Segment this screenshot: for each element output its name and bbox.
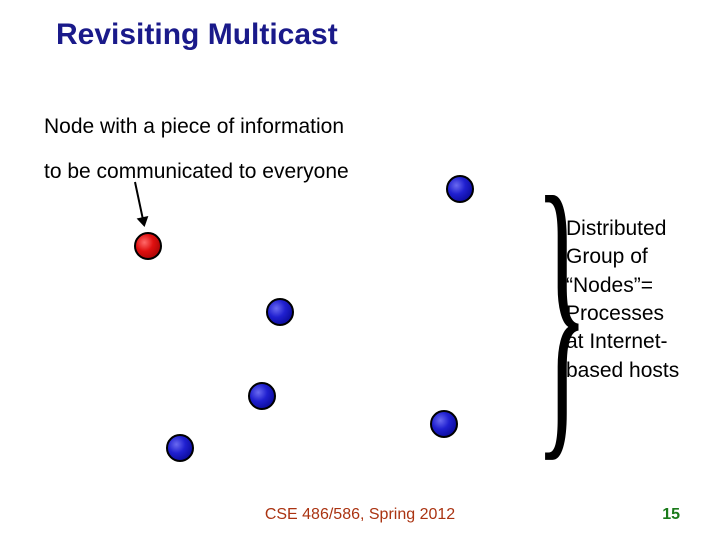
brace-line: “Nodes”=	[566, 272, 679, 300]
node-peer	[430, 410, 458, 438]
brace-line: at Internet-	[566, 328, 679, 356]
footer-course-info: CSE 486/586, Spring 2012	[0, 506, 720, 524]
subtitle-line-2: to be communicated to everyone	[44, 160, 349, 184]
node-peer	[446, 175, 474, 203]
node-peer	[266, 298, 294, 326]
page-title: Revisiting Multicast	[56, 18, 338, 52]
page-number: 15	[662, 506, 680, 524]
brace-line: based hosts	[566, 357, 679, 385]
node-peer	[166, 434, 194, 462]
brace-line: Processes	[566, 300, 679, 328]
subtitle-line-1: Node with a piece of information	[44, 115, 344, 139]
brace-line: Distributed	[566, 215, 679, 243]
node-source	[134, 232, 162, 260]
brace-line: Group of	[566, 243, 679, 271]
node-peer	[248, 382, 276, 410]
brace-label: Distributed Group of “Nodes”= Processes …	[566, 215, 679, 385]
arrow-to-source-node	[134, 182, 145, 225]
